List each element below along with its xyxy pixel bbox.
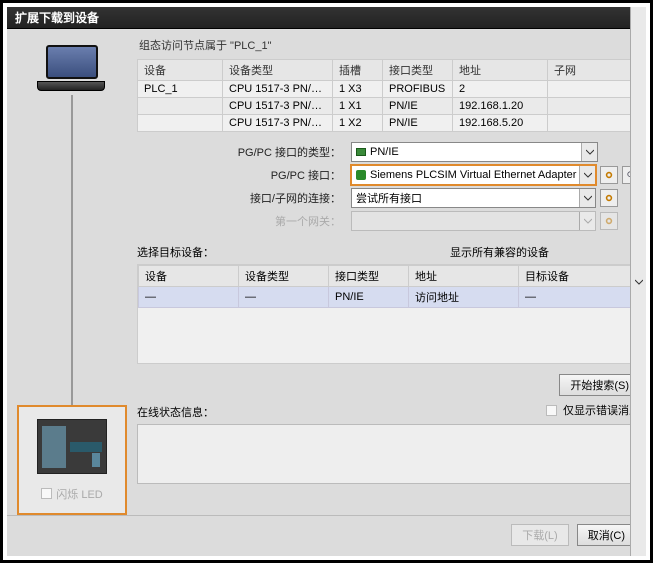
- pgpc-interface-combo[interactable]: Siemens PLCSIM Virtual Ethernet Adapter: [351, 165, 596, 185]
- gateway-label: 第一个网关：: [137, 213, 347, 229]
- access-nodes-table: 设备 设备类型 插槽 接口类型 地址 子网 PLC_1CPU 1517-3 PN…: [137, 59, 640, 132]
- col-devtype: 设备类型: [223, 60, 333, 81]
- target-filter-combo[interactable]: 显示所有兼容的设备: [450, 244, 640, 260]
- flash-led-checkbox: [41, 488, 52, 499]
- table-row[interactable]: PLC_1CPU 1517-3 PN/DP1 X3PROFIBUS2: [138, 81, 640, 98]
- connection-line: [71, 95, 73, 405]
- chevron-down-icon: [579, 189, 595, 207]
- conn-label: 接口/子网的连接：: [137, 190, 347, 206]
- laptop-icon: [37, 45, 107, 95]
- plc-device-icon: [37, 419, 107, 474]
- col-addr: 地址: [453, 60, 548, 81]
- title-bar: 扩展下载到设备: [7, 7, 646, 29]
- chevron-down-icon: [630, 29, 646, 515]
- select-target-label: 选择目标设备：: [137, 244, 214, 260]
- col-subnet: 子网: [548, 60, 640, 81]
- col-devtype: 设备类型: [239, 266, 329, 287]
- col-device: 设备: [139, 266, 239, 287]
- col-addr: 地址: [409, 266, 519, 287]
- flash-led-label: 闪烁 LED: [56, 486, 102, 502]
- pnie-icon: [356, 148, 366, 156]
- col-slot: 插槽: [333, 60, 383, 81]
- target-devices-table: 设备 设备类型 接口类型 地址 目标设备 — — PN/IE 访问地址 —: [137, 264, 640, 364]
- table-row[interactable]: CPU 1517-3 PN/DP1 X2PN/IE192.168.5.20: [138, 115, 640, 132]
- errors-only-label: 仅显示错误消息: [563, 402, 640, 418]
- pgpc-interface-type-combo[interactable]: PN/IE: [351, 142, 598, 162]
- download-button: 下载(L): [511, 524, 568, 546]
- connection-combo[interactable]: 尝试所有接口: [351, 188, 596, 208]
- gateway-combo: [351, 211, 596, 231]
- cancel-button[interactable]: 取消(C): [577, 524, 636, 546]
- col-target: 目标设备: [519, 266, 639, 287]
- table-row[interactable]: — — PN/IE 访问地址 —: [139, 287, 639, 308]
- access-node-label: 组态访问节点属于 "PLC_1": [139, 37, 640, 53]
- col-iftype: 接口类型: [329, 266, 409, 287]
- status-message-box: [137, 424, 640, 484]
- device-preview-box: 闪烁 LED: [17, 405, 127, 515]
- footer: 下载(L) 取消(C): [7, 515, 646, 556]
- chevron-down-icon: [579, 166, 595, 184]
- online-status-label: 在线状态信息：: [137, 404, 214, 420]
- errors-only-checkbox[interactable]: [546, 405, 557, 416]
- gateway-settings-button: [600, 212, 618, 230]
- iftype-label: PG/PC 接口的类型：: [137, 144, 347, 160]
- start-search-button[interactable]: 开始搜索(S): [559, 374, 640, 396]
- adapter-icon: [356, 170, 366, 180]
- connection-settings-button[interactable]: [600, 189, 618, 207]
- table-row[interactable]: CPU 1517-3 PN/DP1 X1PN/IE192.168.1.20: [138, 98, 640, 115]
- if-label: PG/PC 接口：: [137, 167, 347, 183]
- window-title: 扩展下载到设备: [15, 9, 99, 26]
- col-device: 设备: [138, 60, 223, 81]
- chevron-down-icon: [581, 143, 597, 161]
- interface-settings-button[interactable]: [600, 166, 618, 184]
- left-column: 闪烁 LED: [13, 35, 131, 515]
- chevron-down-icon: [579, 212, 595, 230]
- col-iftype: 接口类型: [383, 60, 453, 81]
